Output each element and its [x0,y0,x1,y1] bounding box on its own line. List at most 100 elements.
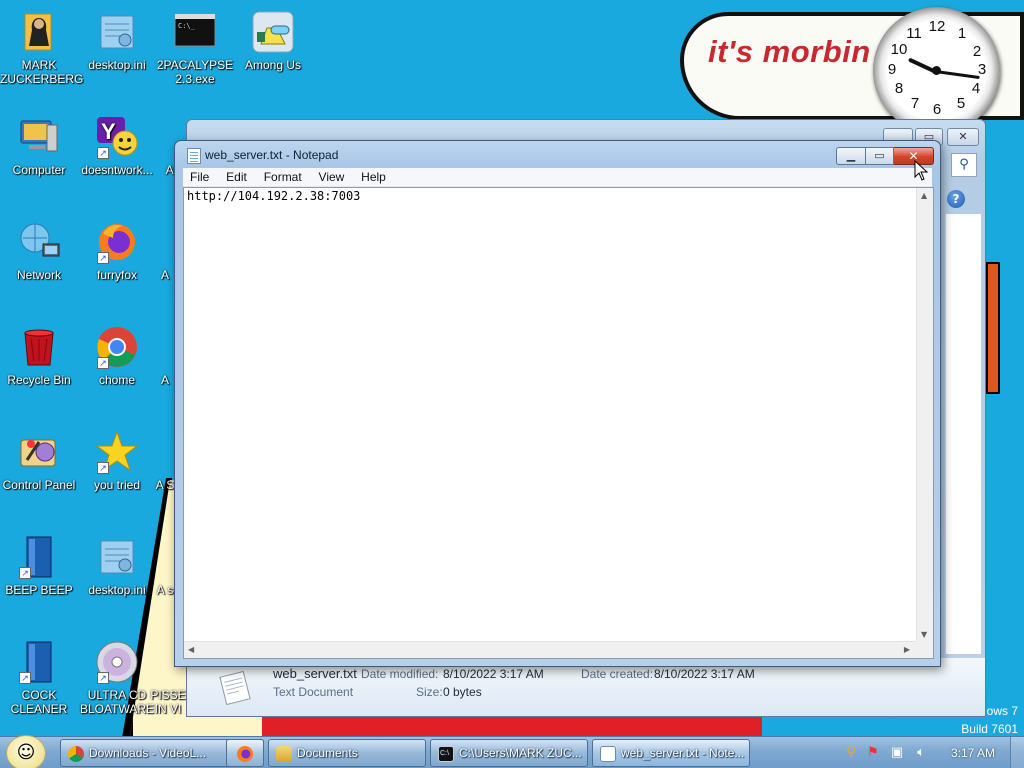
menu-help[interactable]: Help [355,168,392,187]
desktop-icon-label: 2PACALYPSE 2.3.exe [156,58,234,86]
volume-icon[interactable]: 🔈︎ [913,745,929,761]
desktop-icon-recycle-bin[interactable]: Recycle Bin [0,325,78,387]
help-icon[interactable]: ? [947,190,965,208]
action-center-icon[interactable]: ⚑ [865,745,881,761]
desktop-icon-furryfox[interactable]: ↗ furryfox [78,220,156,282]
taskbar-item-label: Documents [297,746,358,760]
start-button[interactable]: ☺ [6,735,46,768]
star-icon: ↗ [95,430,139,474]
desktop-icon-label: desktop.ini [88,583,146,597]
clock-number: 8 [894,80,904,97]
menu-edit[interactable]: Edit [220,168,253,187]
scroll-down-icon[interactable]: ▼ [921,630,927,639]
scroll-right-icon[interactable]: ▶ [904,645,910,654]
desktop-icon-label: A [160,373,169,387]
desktop-icon-you-tried[interactable]: ↗ you tried [78,430,156,492]
desktop-icon-among-us[interactable]: Among Us [234,10,312,72]
editor-content[interactable]: http://104.192.2.38:7003 [187,189,360,203]
book-icon: ↗ [17,535,61,579]
desktop-icon-label: MARK ZUCKERBERG [0,58,84,86]
desktop-icon-label: ULTRA CD BLOATWARE [79,688,154,716]
cd-icon: ↗ [95,640,139,684]
text-file-icon [215,670,255,706]
taskbar-item-notepad[interactable]: web_server.txt - Note... [592,739,750,767]
menu-view[interactable]: View [313,168,351,187]
explorer-file-pane[interactable] [945,214,981,654]
desktop-icon-label: Recycle Bin [7,373,71,387]
clock-center [932,66,941,75]
details-filename: web_server.txt [273,666,357,681]
scroll-left-icon[interactable]: ◀ [188,645,194,654]
explorer-close-button[interactable]: ✕ [947,128,979,146]
wallpaper-clock: 12 1 2 3 4 5 6 7 8 9 10 11 [873,7,1000,134]
desktop-icon-control-panel[interactable]: Control Panel [0,430,78,492]
taskbar-item-label: Downloads - VideoL... [89,746,207,760]
network-icon [17,220,61,264]
maximize-button[interactable]: ▭ [866,147,894,165]
speech-bubble-text: it's morbin [708,34,871,69]
details-created-label: Date created: [581,667,654,681]
menu-file[interactable]: File [184,168,215,187]
clock-number: 7 [910,95,920,112]
desktop-icon-label: desktop.ini [88,58,146,72]
mouse-cursor-icon [914,160,929,181]
taskbar-item-firefox[interactable] [226,739,264,767]
wallpaper-orange-shape [986,262,1000,394]
search-icon[interactable]: ⚲ [951,153,977,177]
horizontal-scrollbar[interactable]: ◀ ▶ [184,641,916,658]
desktop-icon-doesntwork[interactable]: Y ↗ doesntwork... [78,115,156,177]
desktop-icon-desktop-ini[interactable]: desktop.ini [78,10,156,72]
clock-number: 6 [932,101,942,118]
clock-number: 1 [957,25,967,42]
desktop-icon-label: Among Us [244,58,302,72]
taskbar: ☺ Downloads - VideoL... Documents C:\ C:… [0,735,1024,768]
control-panel-icon [17,430,61,474]
desktop-icon-chome[interactable]: ↗ chome [78,325,156,387]
desktop-icon-2pacalypse[interactable]: C:\_ 2PACALYPSE 2.3.exe [156,10,234,86]
desktop-icon-network[interactable]: Network [0,220,78,282]
settings-file-icon [95,10,139,54]
windows-watermark: lows 7 [983,704,1018,718]
desktop-icon-mark-zuckerberg[interactable]: MARK ZUCKERBERG [0,10,83,86]
clock-number: 5 [956,95,966,112]
taskbar-item-documents[interactable]: Documents [268,739,426,767]
recycle-bin-icon [17,325,61,369]
desktop-icon-label: A S [155,478,175,492]
firefox-icon [237,746,253,762]
desktop-icon-label: Computer [12,163,66,177]
cmd-icon: C:\ [438,746,454,762]
desktop-icon-ultra-cd-bloatware[interactable]: ↗ ULTRA CD BLOATWARE [78,640,156,716]
user-folder-icon [17,10,61,54]
show-desktop-button[interactable] [1010,737,1024,768]
window-title: web_server.txt - Notepad [205,148,339,162]
text-editor[interactable]: http://104.192.2.38:7003 ▲ ▼ ◀ ▶ [183,187,934,659]
desktop-icon-label: PISSE IN VI [150,688,186,716]
minimize-button[interactable]: ▁ [836,147,866,165]
folder-icon [276,746,292,762]
scroll-up-icon[interactable]: ▲ [921,191,927,200]
system-tray: ⚲ ⚑ ▣ 🔈︎ 3:17 AM [835,739,1024,767]
clock-number: 12 [928,18,946,35]
notepad-window[interactable]: web_server.txt - Notepad ▁ ▭ ✕ File Edit… [174,140,941,667]
taskbar-clock[interactable]: 3:17 AM [945,739,1001,767]
desktop-icon-cock-cleaner[interactable]: ↗ COCK CLEANER [0,640,78,716]
desktop-icon-computer[interactable]: Computer [0,115,78,177]
menu-format[interactable]: Format [258,168,308,187]
settings-file-icon [95,535,139,579]
taskbar-item-cmd[interactable]: C:\ C:\Users\MARK ZUC... [430,739,588,767]
vertical-scrollbar[interactable]: ▲ ▼ [916,188,933,642]
details-created-value: 8/10/2022 3:17 AM [654,667,755,681]
book-icon: ↗ [17,640,61,684]
menu-bar: File Edit Format View Help [183,168,932,187]
network-status-icon[interactable]: ▣ [889,745,905,761]
firefox-icon: ↗ [95,220,139,264]
details-modified-value: 8/10/2022 3:17 AM [443,667,544,681]
desktop-icon-beep-beep[interactable]: ↗ BEEP BEEP [0,535,78,597]
desktop-icon-desktop-ini-2[interactable]: desktop.ini [78,535,156,597]
search-icon[interactable]: ⚲ [843,745,859,761]
scrollbar-corner [916,641,933,658]
details-size-value: 0 bytes [443,685,482,699]
taskbar-item-label: web_server.txt - Note... [621,746,745,760]
desktop-icon-label: A [160,268,169,282]
clock-number: 9 [887,61,897,78]
